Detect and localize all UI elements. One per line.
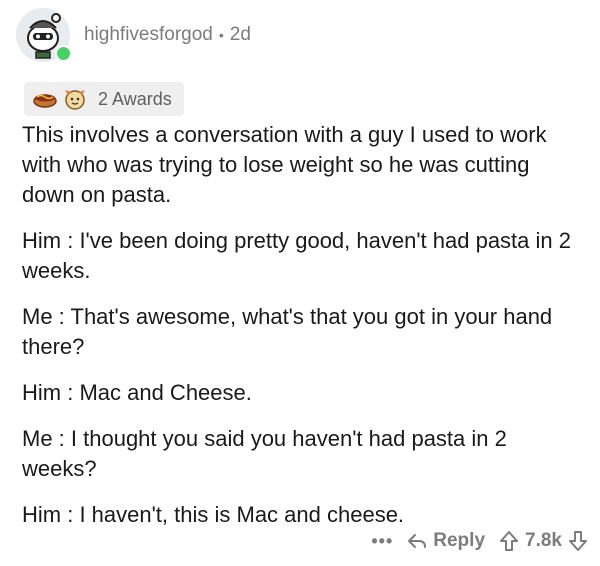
awards-label: 2 Awards	[98, 88, 172, 109]
awards-badge[interactable]: 2 Awards	[24, 82, 184, 116]
comment-paragraph: This involves a conversation with a guy …	[22, 122, 547, 207]
wholesome-award-icon	[65, 90, 85, 110]
hot-dog-award-icon	[33, 94, 57, 108]
vote-controls: 7.8k	[499, 530, 588, 552]
comment-age: 2d	[229, 24, 251, 45]
more-options-button[interactable]: •••	[371, 531, 393, 552]
comment-body: This involves a conversation with a guy …	[22, 120, 582, 546]
reply-label: Reply	[433, 530, 486, 551]
comment-paragraph: Me : That's awesome, what's that you got…	[22, 304, 553, 359]
downvote-arrow-icon[interactable]	[568, 530, 588, 552]
username-link[interactable]: highfivesforgod	[84, 24, 213, 46]
comment-actions: ••• Reply 7.8k	[371, 526, 588, 556]
comment-meta: highfivesforgod • 2d	[84, 24, 251, 46]
user-avatar[interactable]	[16, 8, 72, 62]
meta-separator: •	[218, 27, 224, 43]
reply-arrow-icon	[408, 534, 427, 548]
vote-score: 7.8k	[525, 530, 562, 551]
comment-paragraph: Him : Mac and Cheese.	[22, 380, 252, 405]
upvote-arrow-icon[interactable]	[499, 530, 519, 552]
online-status-icon	[55, 45, 72, 62]
reply-button[interactable]: Reply	[407, 530, 485, 552]
comment-header: highfivesforgod • 2d	[16, 8, 251, 62]
comment-paragraph: Him : I've been doing pretty good, haven…	[22, 228, 571, 283]
comment-paragraph: Me : I thought you said you haven't had …	[22, 426, 507, 481]
